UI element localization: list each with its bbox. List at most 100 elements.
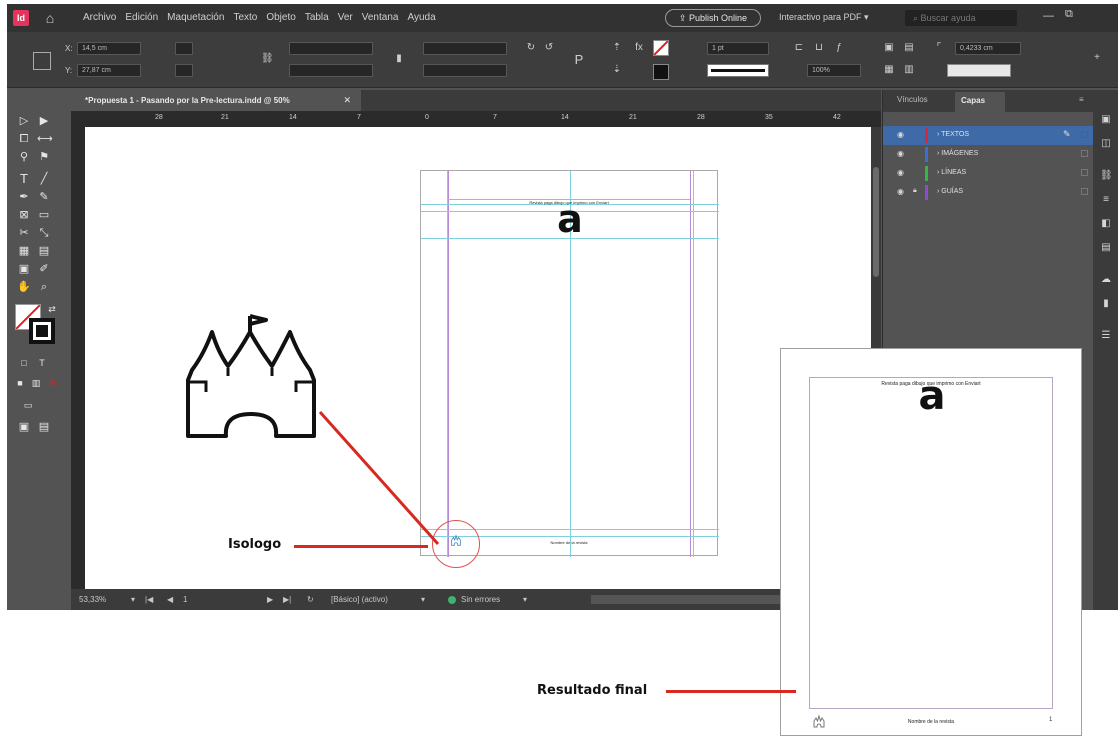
free-transform-tool-icon[interactable]: ⤡ (37, 226, 51, 240)
shear-field[interactable] (423, 64, 507, 77)
visibility-eye-icon[interactable]: ◉ (897, 130, 904, 139)
view-normal-icon[interactable]: ▣ (17, 420, 31, 434)
wrap-box-icon[interactable]: ▥ (903, 64, 915, 76)
first-page-icon[interactable]: |◀ (145, 595, 153, 604)
menu-maquetacion[interactable]: Maquetación (167, 12, 233, 23)
prev-page-icon[interactable]: ◀ (167, 595, 173, 604)
stroke-type-select[interactable] (707, 64, 769, 77)
scale-y-field[interactable] (289, 64, 373, 77)
preflight-status[interactable]: Sin errores (461, 595, 500, 604)
selection-tool-icon[interactable]: ▷ (17, 114, 31, 128)
select-next-icon[interactable]: ⇣ (611, 64, 623, 76)
add-icon[interactable]: + (1091, 52, 1103, 64)
visibility-eye-icon[interactable]: ◉ (897, 168, 904, 177)
next-page-icon[interactable]: ▶ (267, 595, 273, 604)
layer-row-textos[interactable]: ◉ › TEXTOS ✎ (883, 126, 1093, 145)
menu-edicion[interactable]: Edición (125, 12, 167, 23)
document-tab[interactable]: *Propuesta 1 - Pasando por la Pre-lectur… (71, 90, 361, 111)
tab-links[interactable]: Vínculos (897, 95, 928, 104)
layer-select-square[interactable] (1081, 150, 1088, 157)
direct-selection-tool-icon[interactable]: ▶ (37, 114, 51, 128)
corner-style-select[interactable] (947, 64, 1011, 77)
layer-select-square[interactable] (1081, 131, 1088, 138)
width-field[interactable] (175, 42, 193, 55)
visibility-eye-icon[interactable]: ◉ (897, 187, 904, 196)
type-tool-icon[interactable]: T (17, 172, 31, 186)
menu-texto[interactable]: Texto (233, 12, 266, 23)
minimize-icon[interactable]: — (1043, 10, 1054, 22)
page-big-letter[interactable]: a (421, 197, 719, 241)
align-center-icon[interactable]: ⊔ (813, 42, 825, 54)
view-preview-icon[interactable]: ▤ (37, 420, 51, 434)
layer-row-guias[interactable]: ◉ 🔒︎ › GUÍAS (883, 183, 1093, 202)
pages-panel-icon[interactable]: ▣ (1100, 114, 1112, 126)
wrap-none-icon[interactable]: ▦ (883, 64, 895, 76)
bookmarks-icon[interactable]: ▮ (1100, 298, 1112, 310)
publish-online-button[interactable]: ⇪ Publish Online (665, 9, 761, 27)
restore-icon[interactable]: ⧉ (1065, 8, 1073, 21)
layer-select-square[interactable] (1081, 188, 1088, 195)
stroke-color-swatch[interactable] (29, 318, 55, 344)
workspace-switcher[interactable]: Interactivo para PDF ▾ (779, 12, 869, 23)
zoom-tool-icon[interactable]: ⌕ (37, 280, 51, 294)
page-number[interactable]: 1 (183, 595, 187, 604)
reference-point-icon[interactable] (33, 52, 51, 70)
pencil-tool-icon[interactable]: ✎ (37, 190, 51, 204)
master-dropdown-icon[interactable]: ▾ (421, 595, 425, 604)
frame-fill-icon[interactable]: ▤ (903, 42, 915, 54)
gap-tool-icon[interactable]: ⟷ (37, 132, 53, 146)
page-tool-icon[interactable]: ⧠ (17, 132, 31, 146)
help-search-input[interactable]: ⌕ Buscar ayuda (905, 10, 1017, 26)
rotate-ccw-icon[interactable]: ↺ (543, 42, 555, 54)
height-field[interactable] (175, 64, 193, 77)
vertical-ruler[interactable] (71, 127, 85, 589)
visibility-eye-icon[interactable]: ◉ (897, 149, 904, 158)
menu-tabla[interactable]: Tabla (305, 12, 338, 23)
menu-ver[interactable]: Ver (338, 12, 362, 23)
line-tool-icon[interactable]: ╱ (37, 172, 51, 186)
frame-fit-icon[interactable]: ▣ (883, 42, 895, 54)
home-icon[interactable]: ⌂ (41, 9, 59, 27)
stroke-swatch[interactable] (653, 64, 669, 80)
scale-x-field[interactable] (289, 42, 373, 55)
select-content-icon[interactable]: P (573, 53, 585, 66)
menu-ventana[interactable]: Ventana (362, 12, 408, 23)
swatches-panel-icon[interactable]: ▤ (1100, 242, 1112, 254)
y-field[interactable]: 27,87 cm (77, 64, 141, 77)
note-tool-icon[interactable]: ▣ (17, 262, 31, 276)
cc-libraries-icon[interactable]: ☁ (1100, 274, 1112, 286)
formatting-container-icon[interactable]: □ (17, 356, 31, 370)
master-refresh-icon[interactable]: ↻ (307, 595, 314, 604)
hand-tool-icon[interactable]: ✋ (17, 280, 31, 294)
tab-layers[interactable]: Capas (955, 92, 1005, 112)
content-collector-icon[interactable]: ⚲ (17, 150, 31, 164)
rectangle-tool-icon[interactable]: ▭ (37, 208, 51, 222)
rotate-cw-icon[interactable]: ↻ (525, 42, 537, 54)
screen-mode-icon[interactable]: ▭ (21, 398, 35, 412)
gradient-tool-icon[interactable]: ▦ (17, 244, 31, 258)
lock-scale-icon[interactable]: ▮ (393, 53, 405, 65)
properties-panel-icon[interactable]: ☰ (1100, 330, 1112, 342)
links-panel-icon[interactable]: ⛓ (1100, 170, 1113, 182)
layer-row-lineas[interactable]: ◉ › LÍNEAS (883, 164, 1093, 183)
constrain-proportions-icon[interactable]: ⛓ (261, 53, 274, 65)
zoom-dropdown-icon[interactable]: ▾ (131, 595, 135, 604)
select-container-icon[interactable]: ⇡ (611, 42, 623, 54)
content-placer-icon[interactable]: ⚑ (37, 150, 51, 164)
gradient-feather-tool-icon[interactable]: ▤ (37, 244, 51, 258)
master-page-label[interactable]: [Básico] (activo) (331, 595, 388, 604)
last-page-icon[interactable]: ▶| (283, 595, 291, 604)
lock-icon[interactable]: 🔒︎ (913, 187, 917, 195)
document-page[interactable]: Revista paga dibujo que imprimo con Envi… (420, 170, 719, 557)
layers-panel-icon[interactable]: ◫ (1100, 138, 1112, 150)
zoom-level[interactable]: 53,33% (79, 595, 106, 604)
menu-archivo[interactable]: Archivo (83, 12, 125, 23)
horizontal-ruler[interactable]: 28 21 14 7 0 7 14 21 28 35 42 (71, 111, 881, 127)
stroke-panel-icon[interactable]: ≡ (1100, 194, 1112, 206)
scissors-tool-icon[interactable]: ✂ (17, 226, 31, 240)
layer-select-square[interactable] (1081, 169, 1088, 176)
close-tab-icon[interactable]: ✕ (343, 90, 351, 111)
rectangle-frame-tool-icon[interactable]: ⊠ (17, 208, 31, 222)
apply-gradient-icon[interactable]: ▥ (29, 376, 43, 390)
layer-row-imagenes[interactable]: ◉ › IMÁGENES (883, 145, 1093, 164)
